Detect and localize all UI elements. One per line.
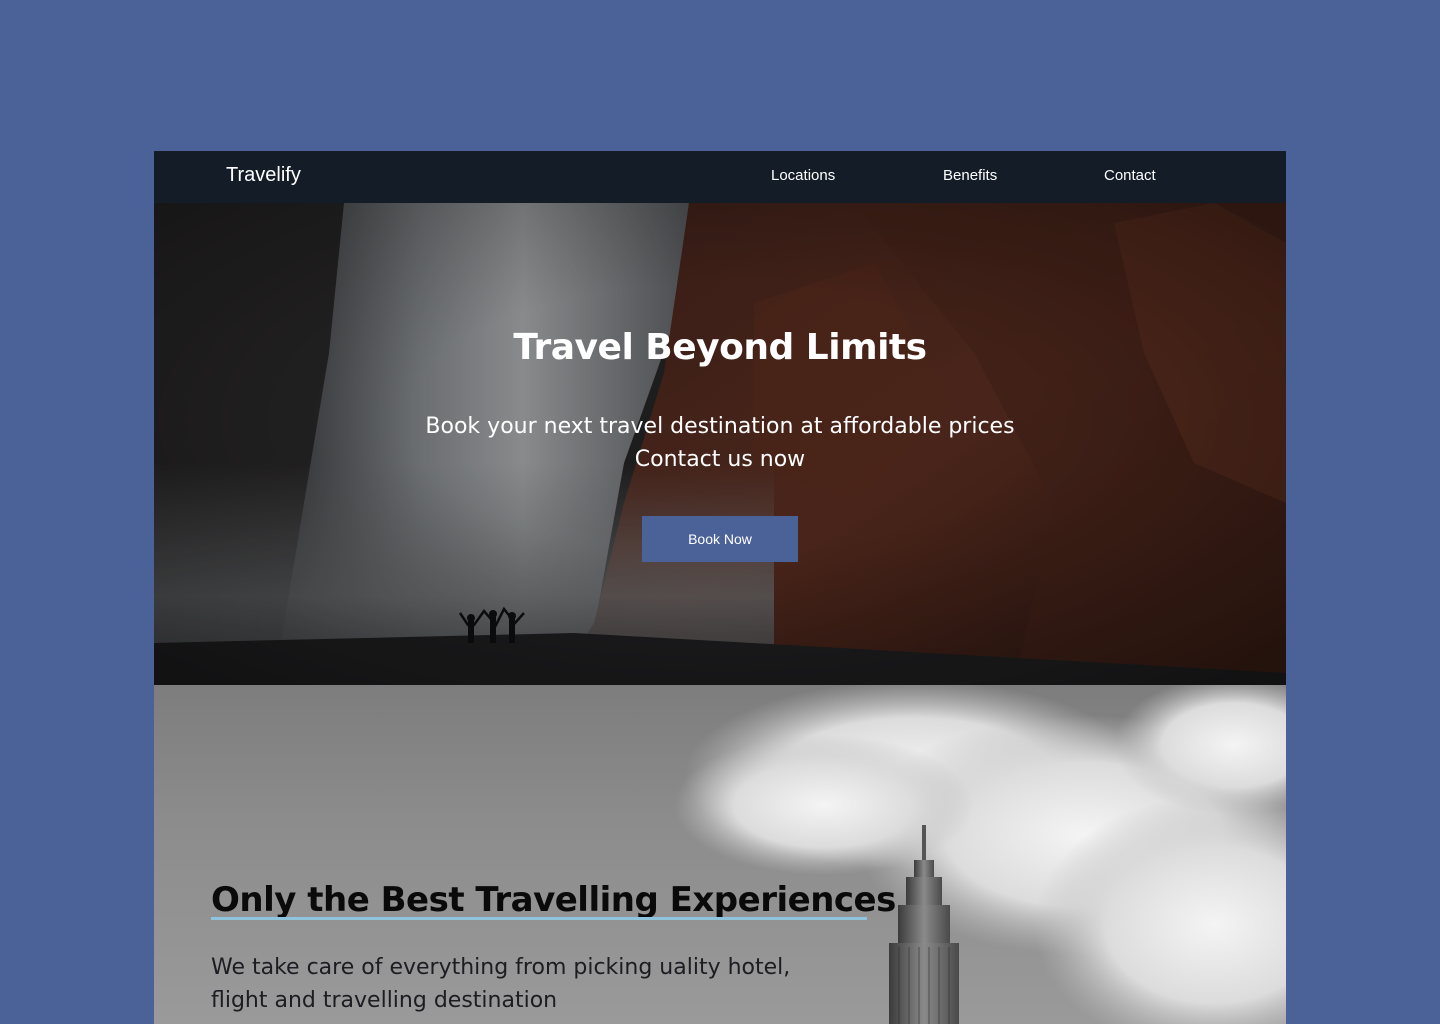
nav-link-locations[interactable]: Locations xyxy=(771,167,835,184)
hero-section: Travel Beyond Limits Book your next trav… xyxy=(154,203,1286,685)
book-now-button[interactable]: Book Now xyxy=(642,516,798,562)
section-text-line-2: flight and travelling destination xyxy=(211,988,558,1013)
hero-title: Travel Beyond Limits xyxy=(513,327,927,368)
section-title: Only the Best Travelling Experiences xyxy=(211,880,896,920)
brand-logo[interactable]: Travelify xyxy=(226,164,301,187)
hero-subtitle-line-2: Contact us now xyxy=(634,447,806,472)
nav-link-benefits[interactable]: Benefits xyxy=(943,167,997,184)
waterfall-landscape-image xyxy=(154,203,1286,685)
experiences-section: Only the Best Travelling Experiences We … xyxy=(154,685,1286,1024)
landing-page-frame: Travelify Locations Benefits Contact Tra… xyxy=(154,151,1286,1024)
hero-subtitle-line-1: Book your next travel destination at aff… xyxy=(425,414,1015,439)
top-navbar: Travelify Locations Benefits Contact xyxy=(154,151,1286,203)
nav-link-contact[interactable]: Contact xyxy=(1104,167,1156,184)
title-underline xyxy=(211,917,867,920)
section-text-line-1: We take care of everything from picking … xyxy=(211,955,791,980)
